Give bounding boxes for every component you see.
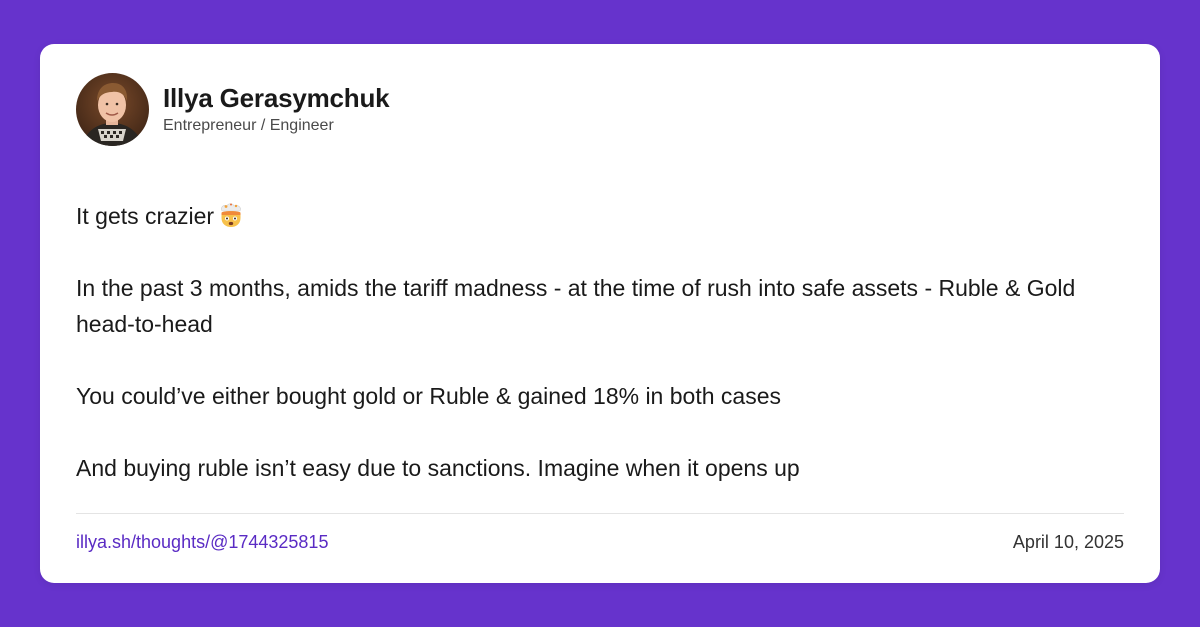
post-paragraph-1: It gets crazier (76, 198, 1126, 234)
post-body: It gets crazier In the past 3 months, am… (76, 198, 1126, 486)
post-date: April 10, 2025 (1012, 532, 1124, 552)
post-paragraph-3: You could’ve either bought gold or Ruble… (76, 383, 781, 409)
author-header: Illya Gerasymchuk Entrepreneur / Enginee… (76, 73, 390, 146)
author-name[interactable]: Illya Gerasymchuk (163, 82, 390, 114)
post-paragraph-2: In the past 3 months, amids the tariff m… (76, 275, 1076, 337)
avatar[interactable] (76, 73, 149, 146)
author-title: Entrepreneur / Engineer (163, 117, 334, 134)
post-text-1: It gets crazier (76, 203, 215, 229)
footer-divider (76, 513, 1124, 514)
post-paragraph-4: And buying ruble isn’t easy due to sanct… (76, 455, 800, 481)
post-card: Illya Gerasymchuk Entrepreneur / Enginee… (40, 44, 1160, 583)
exploding-head-emoji-icon (221, 203, 241, 227)
author-identity: Illya Gerasymchuk Entrepreneur / Enginee… (163, 82, 390, 137)
permalink-link[interactable]: illya.sh/thoughts/@1744325815 (76, 530, 328, 554)
profile-photo-icon (76, 73, 149, 146)
